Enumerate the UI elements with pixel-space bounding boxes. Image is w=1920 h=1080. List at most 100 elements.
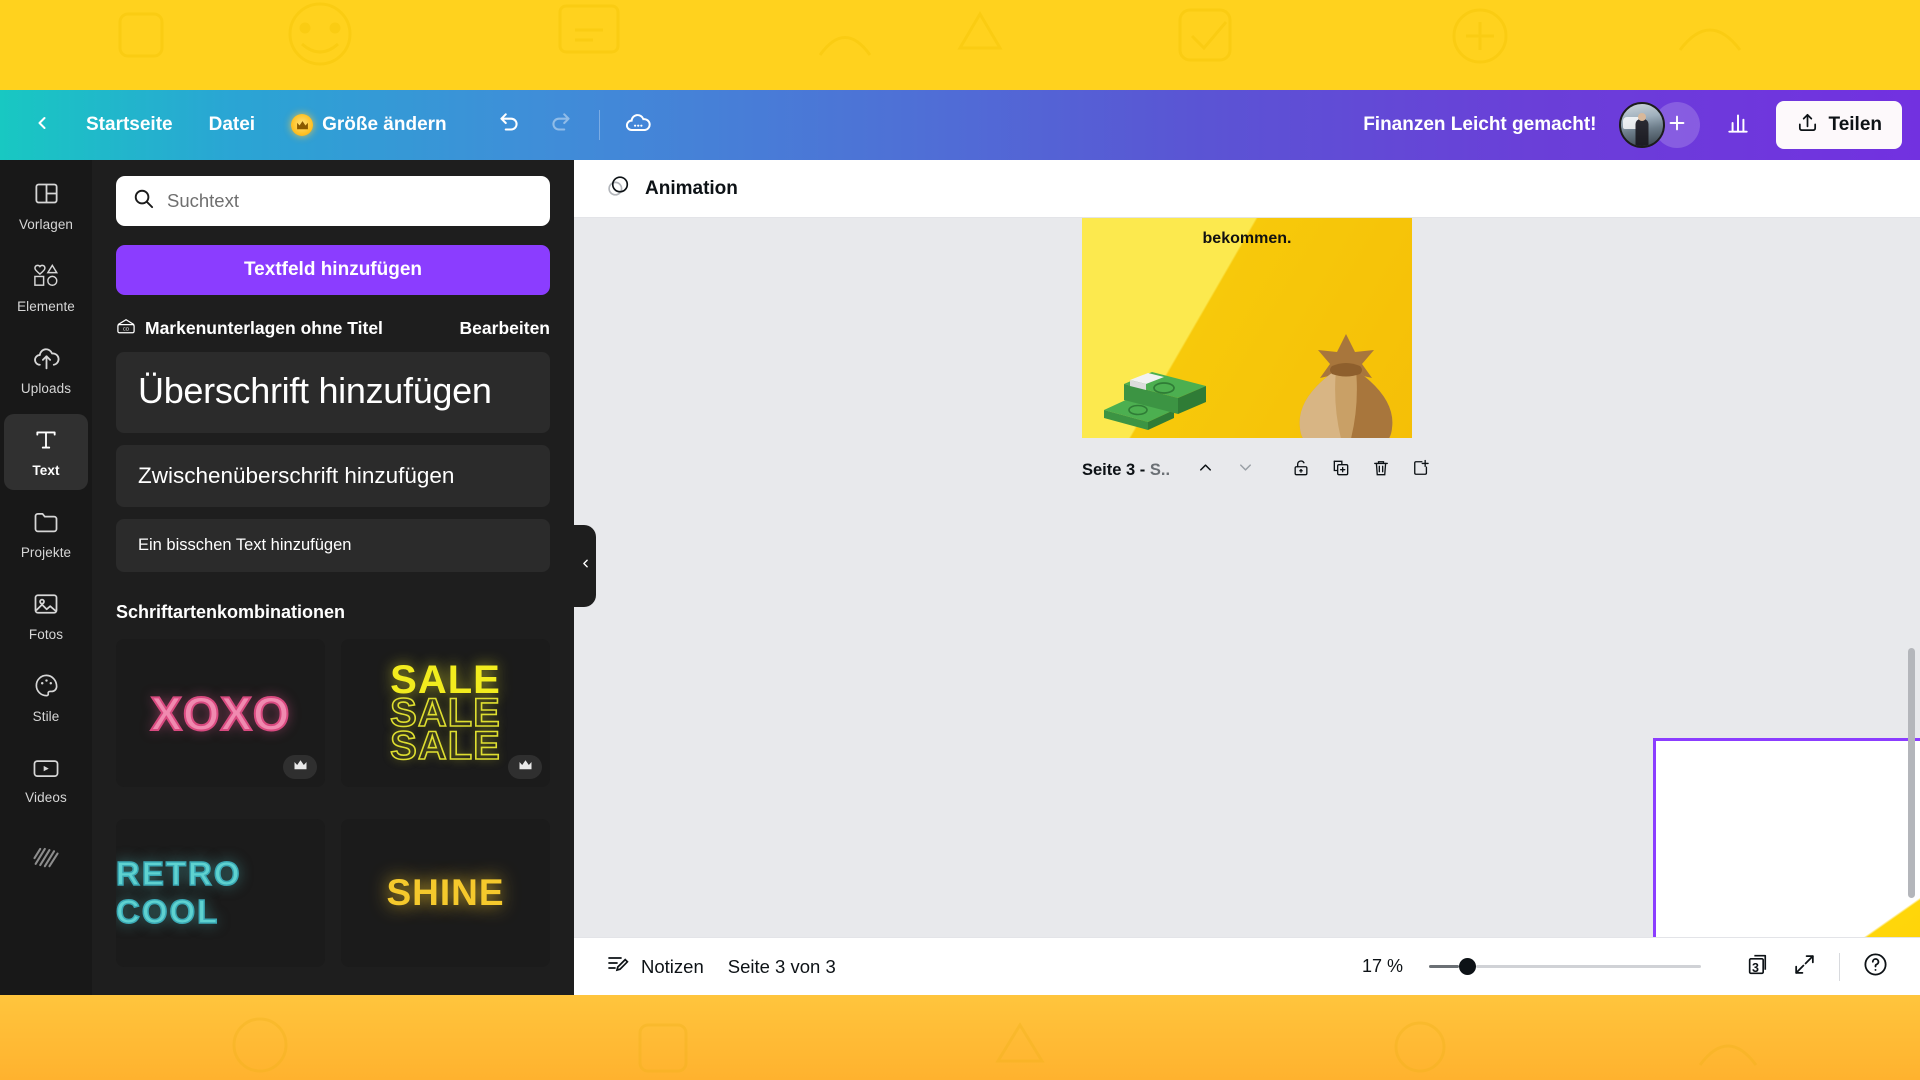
status-bar-right-group: 17 % 3 — [1362, 946, 1898, 988]
zoom-slider-track-filled — [1429, 965, 1459, 968]
resize-label: Größe ändern — [322, 114, 447, 135]
delete-page-button[interactable] — [1362, 453, 1400, 487]
pages-panel-button[interactable]: 3 — [1735, 946, 1781, 988]
sidebar-item-text[interactable]: Text — [4, 414, 88, 490]
move-page-up-button[interactable] — [1186, 453, 1224, 487]
sidebar-item-stile[interactable]: Stile — [4, 660, 88, 736]
cash-stack-illustration — [1104, 372, 1206, 430]
page-header-row: Seite 3 - S.. — [1082, 452, 1562, 488]
duplicate-icon — [1331, 458, 1351, 483]
search-box[interactable] — [116, 176, 550, 226]
redo-button[interactable] — [537, 102, 585, 148]
font-combo-xoxo[interactable]: XOXO — [116, 639, 325, 788]
palette-icon — [33, 672, 60, 704]
cloud-save-button[interactable] — [614, 102, 662, 148]
folder-icon — [32, 509, 60, 540]
sidebar-item-vorlagen[interactable]: Vorlagen — [4, 168, 88, 244]
duplicate-page-button[interactable] — [1322, 453, 1360, 487]
svg-text:CD: CD — [123, 327, 130, 332]
left-rail: Vorlagen Elemente Uploads Text Projekte … — [0, 160, 92, 995]
notes-icon — [606, 952, 630, 981]
font-combo-teal[interactable]: RETRO COOL — [116, 819, 325, 968]
sidebar-item-background[interactable] — [4, 824, 88, 900]
slide-preview-page-2[interactable]: bekommen. — [1082, 218, 1412, 438]
sidebar-item-videos[interactable]: Videos — [4, 742, 88, 818]
brand-kit-title: Markenunterlagen ohne Titel — [145, 318, 383, 338]
zoom-slider[interactable] — [1429, 958, 1701, 975]
undo-button[interactable] — [485, 102, 533, 148]
zoom-slider-knob[interactable] — [1459, 958, 1476, 975]
photo-icon — [32, 591, 60, 622]
fullscreen-button[interactable] — [1781, 946, 1827, 988]
add-textbox-button[interactable]: Textfeld hinzufügen — [116, 245, 550, 295]
resize-button[interactable]: Größe ändern — [275, 102, 463, 148]
sidebar-item-label: Elemente — [17, 299, 75, 314]
help-button[interactable] — [1852, 946, 1898, 988]
sidebar-item-projekte[interactable]: Projekte — [4, 496, 88, 572]
page-background-bottom — [0, 995, 1920, 1080]
brand-kit-edit-link[interactable]: Bearbeiten — [460, 318, 550, 339]
font-combinations-grid: XOXO SALE SALE SALE RETRO COOL SHINE — [116, 639, 550, 968]
home-label: Startseite — [86, 114, 173, 135]
sidebar-item-label: Fotos — [28, 626, 64, 642]
font-combo-label: RETRO COOL — [116, 855, 242, 932]
canvas-scroll-area: bekommen. Seite 3 - S.. — [574, 218, 1920, 995]
share-button[interactable]: Teilen — [1775, 101, 1902, 149]
canvas-area: Animation bekommen. Seite 3 - S.. — [574, 160, 1920, 995]
move-page-down-button[interactable] — [1226, 453, 1264, 487]
background-hatch-icon — [31, 843, 61, 876]
notes-label: Notizen — [641, 955, 704, 977]
font-combo-sale[interactable]: SALE SALE SALE — [341, 639, 550, 788]
font-combo-line-3: SALE — [389, 723, 501, 768]
zoom-slider-track-rest — [1476, 965, 1701, 968]
toolbar-right-group: Finanzen Leicht gemacht! Teilen — [1363, 101, 1902, 149]
search-input[interactable] — [167, 190, 534, 212]
sidebar-item-elemente[interactable]: Elemente — [4, 250, 88, 326]
text-style-subheading[interactable]: Zwischenüberschrift hinzufügen — [116, 445, 550, 508]
notes-button[interactable]: Notizen — [596, 946, 714, 988]
text-style-heading[interactable]: Überschrift hinzufügen — [116, 352, 550, 434]
avatar-head-detail — [1637, 113, 1646, 121]
video-icon — [31, 756, 61, 785]
page-indicator: Seite 3 von 3 — [727, 955, 836, 977]
stats-button[interactable] — [1714, 102, 1762, 148]
lock-page-button[interactable] — [1282, 453, 1320, 487]
avatar-person-detail — [1635, 119, 1648, 146]
sidebar-item-label: Uploads — [20, 381, 72, 396]
text-style-body[interactable]: Ein bisschen Text hinzufügen — [116, 519, 550, 573]
templates-icon — [33, 180, 60, 212]
font-combo-label: XOXO — [150, 686, 291, 741]
undo-icon — [496, 110, 522, 141]
toolbar-divider — [598, 110, 600, 140]
document-title[interactable]: Finanzen Leicht gemacht! — [1363, 114, 1596, 136]
font-combinations-title: Schriftartenkombinationen — [116, 602, 346, 623]
zoom-value: 17 % — [1361, 956, 1403, 976]
page-title-label: Seite 3 - S.. — [1082, 461, 1170, 480]
brand-kit-icon: CD — [116, 317, 136, 340]
animation-label: Animation — [645, 177, 738, 199]
sidebar-item-fotos[interactable]: Fotos — [4, 578, 88, 654]
font-combo-shine[interactable]: SHINE — [341, 819, 550, 968]
add-page-icon — [1411, 458, 1431, 483]
slide-caption-text: bekommen. — [1202, 230, 1292, 247]
decorative-pattern-icon — [232, 1017, 1758, 1073]
back-button[interactable] — [18, 102, 66, 148]
avatar[interactable] — [1618, 102, 1665, 148]
cloud-upload-icon — [32, 344, 61, 376]
chevron-up-icon — [1196, 458, 1215, 482]
add-page-button[interactable] — [1402, 453, 1440, 487]
animation-button[interactable]: Animation — [596, 168, 748, 210]
bar-chart-icon — [1725, 110, 1751, 141]
upload-icon — [1796, 111, 1819, 140]
file-menu-button[interactable]: Datei — [193, 102, 271, 148]
collapse-panel-handle[interactable] — [574, 525, 596, 607]
crown-icon — [518, 758, 533, 776]
status-bar-divider — [1839, 952, 1840, 981]
top-toolbar: Startseite Datei Größe ändern Finanzen L… — [0, 90, 1920, 160]
font-combo-label: SHINE — [386, 872, 505, 914]
sidebar-item-uploads[interactable]: Uploads — [4, 332, 88, 408]
canvas-vertical-scrollbar[interactable] — [1908, 648, 1915, 898]
sidebar-item-label: Vorlagen — [18, 217, 74, 232]
home-button[interactable]: Startseite — [70, 102, 189, 148]
pro-badge — [508, 755, 542, 780]
